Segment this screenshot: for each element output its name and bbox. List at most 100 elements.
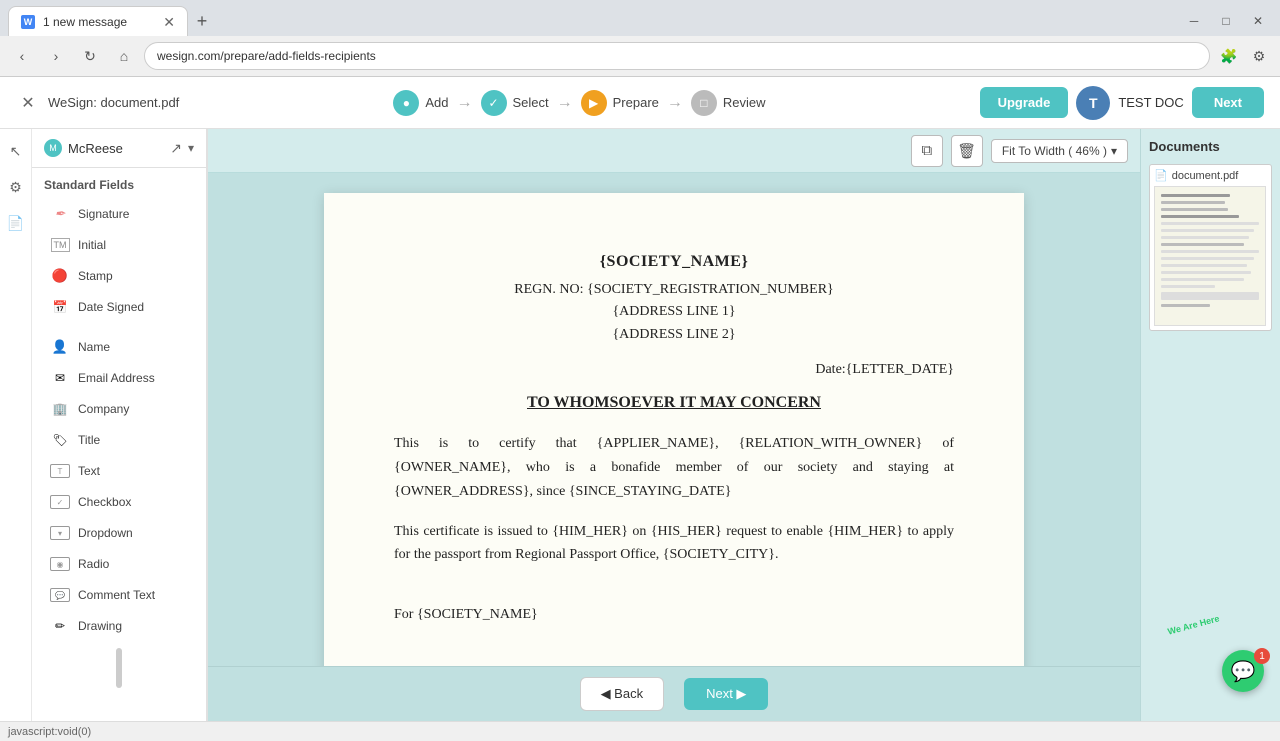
field-initial[interactable]: TM Initial: [38, 230, 200, 260]
extensions-icon[interactable]: 🧩: [1216, 43, 1242, 69]
field-stamp[interactable]: 🔴 Stamp: [38, 261, 200, 291]
comment-text-icon: 💬: [50, 587, 70, 603]
step-arrow-1: →: [457, 94, 473, 112]
sidebar-icon-rail: ↖ ⚙ 📄: [0, 129, 32, 721]
minimize-button[interactable]: ─: [1180, 7, 1208, 35]
home-button[interactable]: ⌂: [110, 42, 138, 70]
doc-regn-line3: {ADDRESS LINE 2}: [394, 324, 954, 346]
tab-favicon: W: [21, 15, 35, 29]
step-prepare-label: Prepare: [613, 95, 659, 110]
document-icon[interactable]: 📄: [2, 209, 30, 237]
field-comment-text[interactable]: 💬 Comment Text: [38, 580, 200, 610]
field-text-label: Text: [78, 464, 100, 478]
doc-thumb-name: 📄 document.pdf: [1154, 169, 1267, 182]
doc-subject: TO WHOMSOEVER IT MAY CONCERN: [394, 394, 954, 412]
doc-footer: For {SOCIETY_NAME}: [394, 607, 954, 623]
field-signature[interactable]: ✒ Signature: [38, 199, 200, 229]
field-email-label: Email Address: [78, 371, 155, 385]
chat-bubble[interactable]: 💬 1 We Are Here: [1222, 650, 1268, 696]
field-date-signed[interactable]: 📅 Date Signed: [38, 292, 200, 322]
field-title[interactable]: 🏷 Title: [38, 425, 200, 455]
step-review[interactable]: □ Review: [691, 90, 766, 116]
doc-thumbnail[interactable]: 📄 document.pdf: [1149, 164, 1272, 331]
doc-thumb-filename: document.pdf: [1172, 170, 1239, 182]
zoom-label: Fit To Width ( 46% ): [1002, 144, 1107, 158]
delete-page-button[interactable]: 🗑: [951, 135, 983, 167]
user-dot: M: [44, 139, 62, 157]
field-name-label: Name: [78, 340, 110, 354]
doc-date: Date:{LETTER_DATE}: [394, 362, 954, 378]
field-dropdown[interactable]: ▾ Dropdown: [38, 518, 200, 548]
field-checkbox[interactable]: ✓ Checkbox: [38, 487, 200, 517]
field-initial-label: Initial: [78, 238, 106, 252]
left-sidebar: M McReese ↗ ▾ Standard Fields ✒ Signatur…: [32, 129, 207, 721]
upgrade-button[interactable]: Upgrade: [980, 87, 1069, 118]
field-name[interactable]: 👤 Name: [38, 332, 200, 362]
step-prepare[interactable]: ▶ Prepare: [581, 90, 659, 116]
doc-viewport[interactable]: {SOCIETY_NAME} REGN. NO: {SOCIETY_REGIST…: [208, 173, 1140, 666]
tab-close-button[interactable]: ✕: [163, 15, 175, 29]
user-avatar: T: [1076, 86, 1110, 120]
close-window-button[interactable]: ✕: [1244, 7, 1272, 35]
doc-body: This is to certify that {APPLIER_NAME}, …: [394, 432, 954, 567]
user-name-label: TEST DOC: [1118, 95, 1184, 110]
maximize-button[interactable]: □: [1212, 7, 1240, 35]
step-review-circle: □: [691, 90, 717, 116]
field-tools-icon[interactable]: ⚙: [2, 173, 30, 201]
field-drawing[interactable]: ✏ Drawing: [38, 611, 200, 641]
dropdown-icon: ▾: [50, 525, 70, 541]
doc-society-name: {SOCIETY_NAME}: [394, 253, 954, 271]
step-add-circle: ●: [393, 90, 419, 116]
step-prepare-circle: ▶: [581, 90, 607, 116]
reload-button[interactable]: ↻: [76, 42, 104, 70]
new-tab-button[interactable]: +: [188, 7, 216, 35]
doc-body-para2: This certificate is issued to {HIM_HER} …: [394, 520, 954, 568]
logo-area: ✕ WeSign: document.pdf: [16, 91, 179, 115]
field-stamp-label: Stamp: [78, 269, 113, 283]
user-selector[interactable]: M McReese ↗ ▾: [32, 129, 206, 168]
field-email[interactable]: ✉ Email Address: [38, 363, 200, 393]
step-add-label: Add: [425, 95, 448, 110]
url-text: wesign.com/prepare/add-fields-recipients: [157, 49, 376, 63]
zoom-chevron-icon: ▾: [1111, 144, 1117, 158]
next-bottom-button[interactable]: Next ▶: [684, 678, 768, 710]
step-select-circle: ✓: [481, 90, 507, 116]
date-signed-icon: 📅: [50, 299, 70, 315]
center-area: ⧉ 🗑 Fit To Width ( 46% ) ▾ {SOCIETY_NAME…: [208, 129, 1140, 721]
step-arrow-2: →: [557, 94, 573, 112]
address-bar[interactable]: wesign.com/prepare/add-fields-recipients: [144, 42, 1210, 70]
cursor-icon: ↗: [170, 140, 182, 157]
cursor-tool-icon[interactable]: ↖: [2, 137, 30, 165]
copy-page-button[interactable]: ⧉: [911, 135, 943, 167]
field-company-label: Company: [78, 402, 129, 416]
app-header: ✕ WeSign: document.pdf ● Add → ✓ Select …: [0, 77, 1280, 129]
back-button[interactable]: ◀ Back: [580, 677, 665, 711]
browser-tab[interactable]: W 1 new message ✕: [8, 6, 188, 36]
zoom-selector[interactable]: Fit To Width ( 46% ) ▾: [991, 139, 1128, 163]
forward-nav-button[interactable]: ›: [42, 42, 70, 70]
field-radio[interactable]: ◉ Radio: [38, 549, 200, 579]
scroll-handle[interactable]: [116, 648, 122, 688]
initial-icon: TM: [50, 237, 70, 253]
field-dropdown-label: Dropdown: [78, 526, 133, 540]
bottom-nav: ◀ Back Next ▶: [208, 666, 1140, 721]
close-doc-button[interactable]: ✕: [16, 91, 40, 115]
next-header-button[interactable]: Next: [1192, 87, 1264, 118]
field-company[interactable]: 🏢 Company: [38, 394, 200, 424]
drawing-icon: ✏: [50, 618, 70, 634]
settings-icon[interactable]: ⚙: [1246, 43, 1272, 69]
text-icon: T: [50, 463, 70, 479]
window-controls: ─ □ ✕: [1180, 7, 1272, 35]
name-icon: 👤: [50, 339, 70, 355]
status-text: javascript:void(0): [8, 726, 91, 738]
field-checkbox-label: Checkbox: [78, 495, 131, 509]
step-review-label: Review: [723, 95, 766, 110]
user-selector-name: McReese: [68, 141, 164, 156]
email-icon: ✉: [50, 370, 70, 386]
back-nav-button[interactable]: ‹: [8, 42, 36, 70]
chevron-down-icon: ▾: [188, 141, 194, 155]
doc-toolbar: ⧉ 🗑 Fit To Width ( 46% ) ▾: [208, 129, 1140, 173]
step-select[interactable]: ✓ Select: [481, 90, 549, 116]
step-add[interactable]: ● Add: [393, 90, 448, 116]
field-text[interactable]: T Text: [38, 456, 200, 486]
